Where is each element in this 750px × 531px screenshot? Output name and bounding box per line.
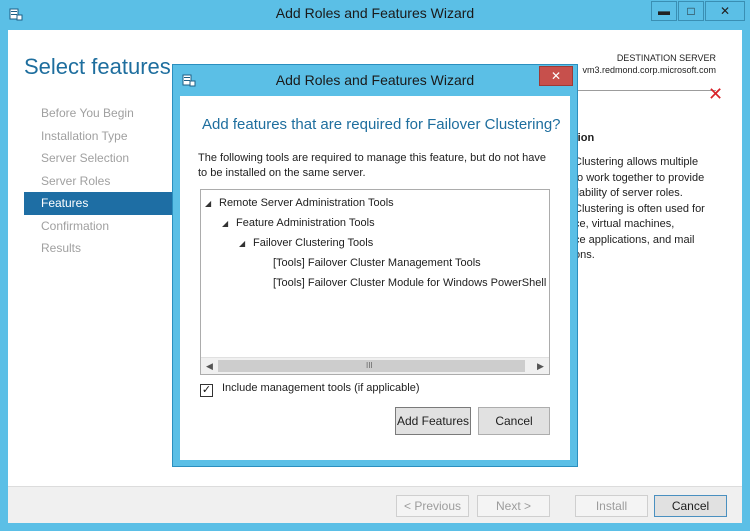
tree-item[interactable]: [Tools] Failover Cluster Management Tool…: [273, 253, 481, 273]
description-text: Clustering allows multiple to work toget…: [574, 156, 705, 261]
required-features-tree[interactable]: ◢ Remote Server Administration Tools ◢ Fea…: [200, 189, 550, 375]
minimize-button[interactable]: ▬: [651, 1, 677, 21]
expand-arrow-icon[interactable]: ◢: [205, 194, 219, 214]
destination-server-value: vm3.redmond.corp.microsoft.com: [582, 65, 716, 75]
add-features-dialog: Add Roles and Features Wizard ✕ Add feat…: [172, 64, 578, 467]
divider: [574, 90, 716, 91]
nav-item-results[interactable]: Results: [24, 237, 175, 260]
tree-item-label: Failover Clustering Tools: [253, 237, 374, 249]
tree-item-label: Feature Administration Tools: [236, 217, 375, 229]
tree-item[interactable]: ◢ Failover Clustering Tools: [239, 233, 373, 253]
close-button[interactable]: ✕: [705, 1, 745, 21]
tree-item[interactable]: ◢ Feature Administration Tools: [222, 213, 375, 233]
destination-server-label: DESTINATION SERVER: [616, 53, 716, 63]
tree-item-label: [Tools] Failover Cluster Module for Wind…: [273, 277, 547, 289]
dialog-heading: Add features that are required for Failo…: [202, 116, 561, 133]
nav-item-features[interactable]: Features: [24, 192, 175, 215]
previous-button[interactable]: < Previous: [396, 495, 469, 517]
install-button[interactable]: Install: [575, 495, 648, 517]
add-features-button[interactable]: Add Features: [395, 407, 471, 435]
grip-icon: III: [366, 361, 373, 370]
tree-item[interactable]: ◢ Remote Server Administration Tools: [205, 193, 394, 213]
dialog-content: Add features that are required for Failo…: [180, 96, 570, 460]
horizontal-scrollbar[interactable]: ◀ III ▶: [201, 357, 549, 374]
tree-item-label: Remote Server Administration Tools: [219, 197, 394, 209]
window-title: Add Roles and Features Wizard: [275, 5, 475, 21]
wizard-footer: < Previous Next > Install Cancel: [8, 486, 742, 523]
tree-item[interactable]: [Tools] Failover Cluster Module for Wind…: [273, 273, 546, 293]
expand-arrow-icon[interactable]: ◢: [222, 214, 236, 234]
dialog-close-button[interactable]: ✕: [539, 66, 573, 86]
tree-item-label: [Tools] Failover Cluster Management Tool…: [273, 257, 481, 269]
page-title: Select features: [24, 54, 171, 79]
dialog-description: The following tools are required to mana…: [198, 152, 546, 179]
error-icon[interactable]: ✕: [708, 84, 723, 105]
title-bar[interactable]: Add Roles and Features Wizard ▬ □ ✕: [0, 0, 750, 28]
nav-item-before-you-begin[interactable]: Before You Begin: [24, 102, 175, 125]
cancel-button[interactable]: Cancel: [654, 495, 727, 517]
include-management-tools-checkbox[interactable]: ✓: [200, 384, 213, 397]
scrollbar-thumb[interactable]: III: [218, 360, 525, 372]
include-management-tools-label[interactable]: Include management tools (if applicable): [222, 382, 420, 394]
scroll-right-icon[interactable]: ▶: [533, 359, 548, 373]
wizard-nav: Before You Begin Installation Type Serve…: [24, 102, 175, 260]
scroll-left-icon[interactable]: ◀: [202, 359, 217, 373]
nav-item-confirmation[interactable]: Confirmation: [24, 215, 175, 238]
dialog-cancel-button[interactable]: Cancel: [478, 407, 550, 435]
next-button[interactable]: Next >: [477, 495, 550, 517]
nav-item-server-roles[interactable]: Server Roles: [24, 170, 175, 193]
expand-arrow-icon[interactable]: ◢: [239, 234, 253, 254]
nav-item-server-selection[interactable]: Server Selection: [24, 147, 175, 170]
dialog-title[interactable]: Add Roles and Features Wizard: [173, 72, 577, 88]
nav-item-installation-type[interactable]: Installation Type: [24, 125, 175, 148]
maximize-button[interactable]: □: [678, 1, 704, 21]
